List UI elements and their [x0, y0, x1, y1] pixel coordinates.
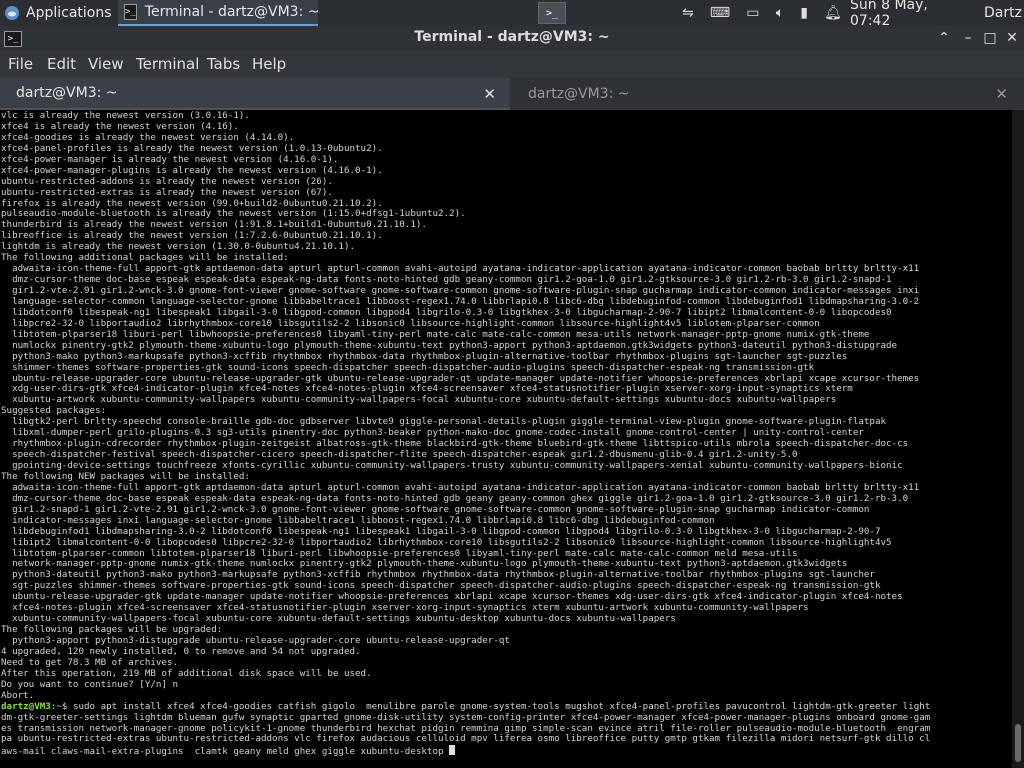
prompt-suffix: :~$ — [50, 700, 73, 712]
terminal-line: ubuntu-restricted-extras is already the … — [1, 186, 333, 198]
network-icon[interactable]: ⇋ — [682, 5, 694, 21]
terminal-scrollbar[interactable] — [1012, 110, 1024, 768]
applications-label: Applications — [26, 5, 112, 21]
top-panel: Applications >_ Terminal - dartz@VM3: ~ … — [0, 0, 1024, 29]
terminal-line: shimmer-themes software-properties-gtk s… — [1, 361, 815, 373]
display-icon[interactable]: ▭ — [746, 5, 759, 21]
command-text: es transmission network-manager-gnome po… — [1, 722, 931, 734]
prompt-user: dartz@VM3 — [1, 700, 51, 712]
tab-terminal-2[interactable]: dartz@VM3: ~ ✕ — [512, 78, 1022, 110]
close-tab-icon[interactable]: ✕ — [995, 85, 1008, 103]
close-tab-icon[interactable]: ✕ — [483, 85, 496, 103]
menu-tabs[interactable]: Tabs — [207, 55, 240, 73]
terminal-icon: >_ — [124, 4, 137, 20]
close-icon: ✕ — [1006, 30, 1018, 46]
applications-menu-button[interactable]: Applications — [0, 0, 116, 26]
command-text: dm-gtk-greeter-settings lightdm blueman … — [1, 711, 931, 723]
terminal-line: libipt2 libmalcontent-0-0 libopcodes0 li… — [1, 536, 892, 548]
tab-label: dartz@VM3: ~ — [528, 86, 630, 102]
xfce-logo-icon — [5, 6, 19, 20]
terminal-line: xfce4-power-manager-plugins is already t… — [1, 164, 383, 176]
terminal-launcher-button[interactable]: >_ — [536, 0, 568, 26]
menu-file[interactable]: File — [8, 55, 33, 73]
terminal-line: Do you want to continue? [Y/n] n — [1, 678, 179, 690]
command-text: aws-mail claws-mail-extra-plugins clamtk… — [1, 746, 450, 758]
user-menu[interactable]: Dartz — [984, 0, 1024, 26]
terminal-line: libdebuginfod1 libdmapsharing-3.0-2 libd… — [1, 525, 881, 537]
tab-terminal-1[interactable]: dartz@VM3: ~ ✕ — [0, 78, 510, 110]
shade-window-button[interactable]: ⌃ — [934, 28, 954, 48]
maximize-window-button[interactable]: □ — [980, 28, 1000, 48]
terminal-output[interactable]: vlc is already the newest version (3.0.1… — [0, 110, 1012, 768]
terminal-line: xubuntu-artwork xubuntu-community-wallpa… — [1, 394, 837, 406]
menu-edit[interactable]: Edit — [47, 55, 76, 73]
minimize-icon: – — [964, 30, 972, 46]
window-title: Terminal - dartz@VM3: ~ — [414, 29, 610, 45]
close-window-button[interactable]: ✕ — [1002, 28, 1022, 48]
terminal-launcher-icon: >_ — [538, 2, 566, 24]
clock[interactable]: Sun 8 May, 07:42 — [850, 0, 970, 29]
notification-icon[interactable]: 🔔︎ — [824, 5, 842, 21]
command-continuation-line: aws-mail claws-mail-extra-plugins clamtk… — [1, 745, 1012, 758]
command-continuation-line: pa ubuntu-restricted-extras ubuntu-restr… — [1, 733, 1012, 745]
terminal-lines: vlc is already the newest version (3.0.1… — [0, 110, 1012, 758]
tab-label: dartz@VM3: ~ — [16, 85, 118, 101]
scrollbar-thumb[interactable] — [1015, 724, 1021, 762]
keyboard-icon[interactable]: ⌨ — [710, 5, 730, 21]
text-cursor — [449, 745, 456, 756]
system-tray: ⇋ ⌨ ▭ 🔈︎ ▮ 🔔︎ — [682, 0, 842, 26]
command-text: sudo apt install xfce4 xfce4-goodies cat… — [72, 700, 931, 712]
window-titlebar[interactable]: >_ Terminal - dartz@VM3: ~ ⌃ – □ ✕ — [0, 26, 1024, 50]
menu-terminal[interactable]: Terminal — [136, 55, 199, 73]
minimize-window-button[interactable]: – — [958, 28, 978, 48]
menu-bar: File Edit View Terminal Tabs Help — [0, 50, 1024, 78]
battery-icon[interactable]: ▮ — [800, 5, 808, 21]
terminal-line: ubuntu-restricted-addons is already the … — [1, 175, 333, 187]
maximize-icon: □ — [983, 30, 997, 46]
tab-bar: dartz@VM3: ~ ✕ dartz@VM3: ~ ✕ — [0, 78, 1024, 110]
terminal-line: numlockx pinentry-gtk2 plymouth-theme-xu… — [1, 339, 898, 351]
menu-help[interactable]: Help — [252, 55, 286, 73]
taskbar-terminal-label: Terminal - dartz@VM3: ~ — [144, 4, 320, 20]
taskbar-terminal-button[interactable]: >_ Terminal - dartz@VM3: ~ — [118, 0, 320, 26]
volume-icon[interactable]: 🔈︎ — [776, 5, 784, 21]
terminal-line: python3-mako python3-markupsafe python3-… — [1, 350, 848, 362]
command-text: pa ubuntu-restricted-extras ubuntu-restr… — [1, 733, 931, 745]
menu-view[interactable]: View — [88, 55, 124, 73]
chevron-up-icon: ⌃ — [938, 30, 950, 46]
terminal-line: indicator-messages inxi language-selecto… — [1, 514, 715, 526]
